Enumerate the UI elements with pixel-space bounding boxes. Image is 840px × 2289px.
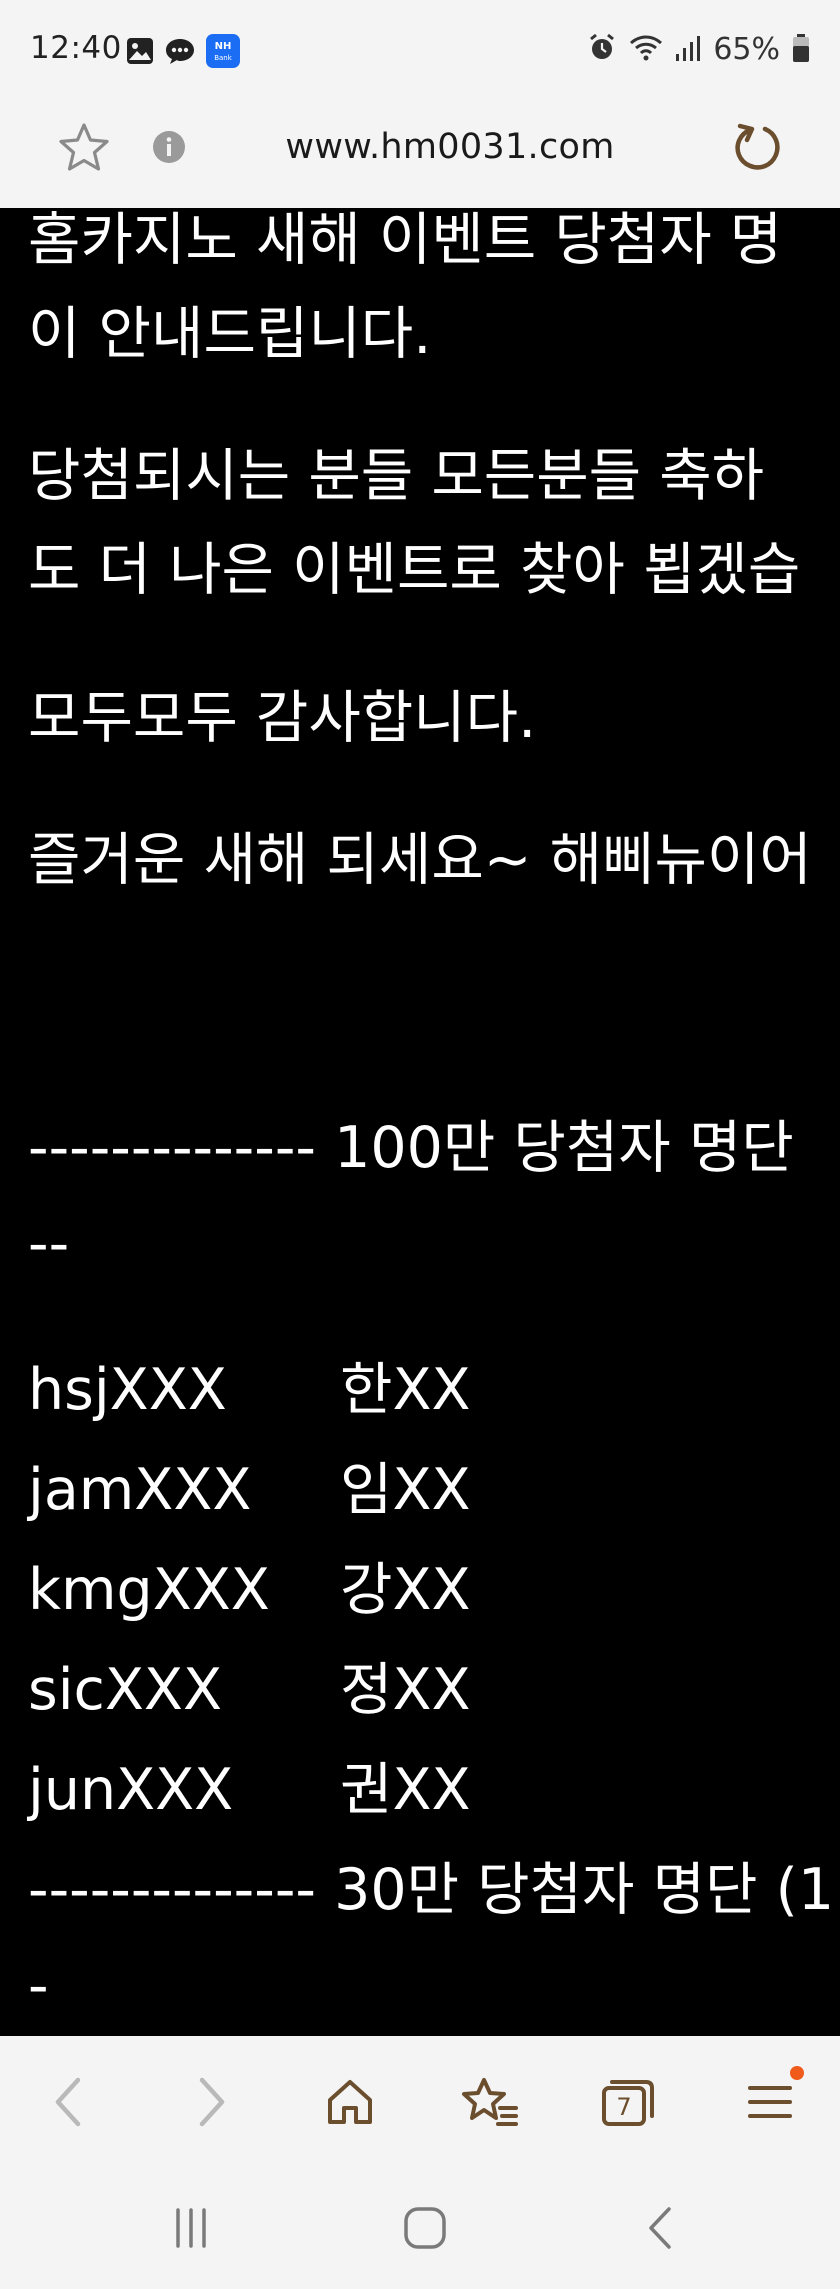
tabs-icon[interactable]: 7 (590, 2064, 666, 2140)
battery-percent: 65% (713, 32, 780, 67)
svg-text:Bank: Bank (214, 54, 233, 62)
forward-icon[interactable] (174, 2064, 250, 2140)
signal-icon (675, 34, 701, 66)
text-line: 이 안내드립니다. (28, 301, 432, 367)
battery-icon (792, 33, 810, 67)
wifi-icon (629, 33, 663, 67)
svg-text:NH: NH (215, 41, 232, 52)
section-header-30: -------------- 30만 당첨자 명단 (1 (28, 1857, 835, 1923)
status-time: 12:40 (30, 30, 122, 66)
star-bookmark-icon[interactable] (56, 120, 112, 180)
section-header-100-tail: -- (28, 1211, 70, 1277)
winner-row: hsjXXX 한XX (28, 1358, 471, 1422)
winner-row: sicXXX 정XX (28, 1658, 471, 1722)
winner-row: jamXXX 임XX (28, 1458, 471, 1522)
section-header-100: -------------- 100만 당첨자 명단 (28, 1115, 794, 1181)
section-header-30-tail: - (28, 1953, 49, 2019)
page-content: 홈카지노 새해 이벤트 당첨자 명 이 안내드립니다. 당첨되시는 분들 모든분… (0, 208, 840, 2036)
winner-name: 한XX (340, 1357, 471, 1423)
gallery-icon (126, 37, 154, 69)
status-bar: 12:40 NH Bank 65% (0, 0, 840, 96)
winner-id: kmgXXX (28, 1557, 270, 1623)
home-circle-icon[interactable] (390, 2198, 460, 2258)
winner-id: hsjXXX (28, 1357, 227, 1423)
status-right-icons: 65% (587, 32, 810, 67)
bookmarks-icon[interactable] (452, 2064, 528, 2140)
url-text[interactable]: www.hm0031.com (240, 127, 660, 167)
chat-icon (164, 37, 196, 69)
text-line: 홈카지노 새해 이벤트 당첨자 명 (28, 208, 783, 273)
notification-dot (790, 2066, 804, 2080)
recents-icon[interactable] (156, 2198, 226, 2258)
text-line: 도 더 나은 이벤트로 찾아 뵙겠습 (28, 537, 801, 603)
status-left-icons: NH Bank (126, 34, 240, 72)
winner-row: junXXX 권XX (28, 1758, 471, 1822)
text-line: 즐거운 새해 되세요~ 해삐뉴이어 (28, 827, 812, 893)
home-icon[interactable] (312, 2064, 388, 2140)
winner-id: junXXX (28, 1757, 234, 1823)
winner-name: 임XX (340, 1457, 471, 1523)
winner-id: sicXXX (28, 1657, 223, 1723)
system-nav-bar (0, 2166, 840, 2289)
winner-id: jamXXX (28, 1457, 252, 1523)
text-line: 당첨되시는 분들 모든분들 축하 (28, 443, 765, 509)
tab-count: 7 (616, 2093, 631, 2121)
winner-row: kmgXXX 강XX (28, 1558, 471, 1622)
menu-icon[interactable] (732, 2064, 808, 2140)
winner-name: 권XX (340, 1757, 471, 1823)
url-bar: www.hm0031.com (0, 96, 840, 209)
browser-toolbar: 7 (0, 2036, 840, 2166)
alarm-icon (587, 33, 617, 67)
winner-name: 정XX (340, 1657, 471, 1723)
text-line: 모두모두 감사합니다. (28, 685, 537, 751)
back-icon[interactable] (30, 2064, 106, 2140)
nh-bank-icon: NH Bank (206, 34, 240, 72)
winner-name: 강XX (340, 1557, 471, 1623)
info-icon[interactable] (152, 130, 186, 168)
back-nav-icon[interactable] (626, 2198, 696, 2258)
reload-icon[interactable] (728, 118, 788, 182)
